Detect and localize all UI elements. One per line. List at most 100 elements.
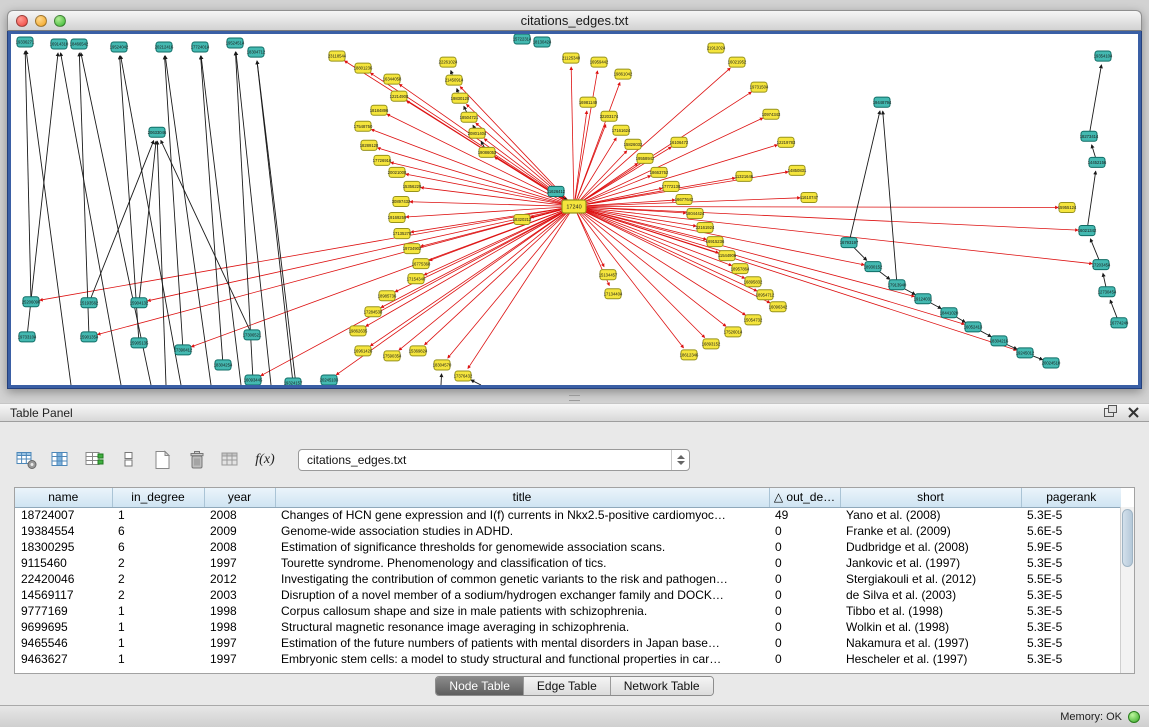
table-row[interactable]: 2242004622012Investigating the contribut… xyxy=(15,571,1121,587)
network-node[interactable]: 15356229 xyxy=(403,181,422,191)
import-table-icon[interactable] xyxy=(218,447,244,473)
network-node[interactable]: 16775368 xyxy=(412,259,431,269)
network-node[interactable]: 16914310 xyxy=(50,39,69,49)
network-node[interactable]: 19169259 xyxy=(388,213,407,223)
network-node[interactable]: 12219783 xyxy=(777,137,796,147)
network-node[interactable]: 17240 xyxy=(562,200,586,213)
network-node[interactable]: 19731504 xyxy=(750,82,769,92)
network-node[interactable]: 21125340 xyxy=(562,53,581,63)
edit-table-icon[interactable] xyxy=(82,447,108,473)
network-node[interactable]: 15955124 xyxy=(1058,202,1077,212)
network-node[interactable]: 17590354 xyxy=(383,351,402,361)
network-node[interactable]: 16793197 xyxy=(840,238,859,248)
table-row[interactable]: 1872400712008Changes of HCN gene express… xyxy=(15,507,1121,523)
network-node[interactable]: 18441020 xyxy=(940,308,959,318)
network-node[interactable]: 19862635 xyxy=(349,326,368,336)
table-row[interactable]: 911546021997Tourette syndrome. Phenomeno… xyxy=(15,555,1121,571)
network-node[interactable]: 18466542 xyxy=(70,39,89,49)
network-node[interactable]: 17134404 xyxy=(604,289,623,299)
column-header-name[interactable]: name xyxy=(15,488,112,507)
table-settings-icon[interactable] xyxy=(14,447,40,473)
network-node[interactable]: 15193562 xyxy=(80,298,99,308)
table-selector-combo[interactable]: citations_edges.txt xyxy=(298,449,690,471)
network-node[interactable]: 18304712 xyxy=(247,47,266,57)
network-node[interactable]: 17913940 xyxy=(888,280,907,290)
float-panel-icon[interactable] xyxy=(1104,408,1114,417)
network-node[interactable]: 18801236 xyxy=(354,63,373,73)
network-node[interactable]: 20024510 xyxy=(1042,358,1061,368)
network-node[interactable]: 17284538 xyxy=(364,307,383,317)
network-node[interactable]: 14452156 xyxy=(1088,157,1107,167)
column-header-title[interactable]: title xyxy=(275,488,769,507)
minimize-window-button[interactable] xyxy=(35,15,47,27)
network-node[interactable]: 17135278 xyxy=(393,229,412,239)
network-node[interactable]: 19124031 xyxy=(914,294,933,304)
network-node[interactable]: 14850831 xyxy=(788,165,807,175)
function-builder-icon[interactable]: f(x) xyxy=(252,447,278,473)
network-node[interactable]: 25206090 xyxy=(22,297,41,307)
table-row[interactable]: 969969511998Structural magnetic resonanc… xyxy=(15,619,1121,635)
column-header-year[interactable]: year xyxy=(204,488,275,507)
show-columns-icon[interactable] xyxy=(48,447,74,473)
table-row[interactable]: 946554611997Estimation of the future num… xyxy=(15,635,1121,651)
network-node[interactable]: 17161624 xyxy=(612,125,631,135)
network-node[interactable]: 17724014 xyxy=(191,42,210,52)
network-node[interactable]: 18273414 xyxy=(1080,131,1099,141)
network-node[interactable]: 18289128 xyxy=(360,140,379,150)
table-row[interactable]: 946362711997Embryonic stem cells: a mode… xyxy=(15,651,1121,667)
network-node[interactable]: 32203174 xyxy=(600,111,619,121)
close-window-button[interactable] xyxy=(16,15,28,27)
new-table-icon[interactable] xyxy=(150,447,176,473)
network-node[interactable]: 18663752 xyxy=(650,167,669,177)
network-node[interactable]: 19734902 xyxy=(403,244,422,254)
column-header-in_degree[interactable]: in_degree xyxy=(112,488,204,507)
network-node[interactable]: 23118544 xyxy=(328,51,347,61)
network-canvas[interactable]: 1724023118544188012361634405812214908181… xyxy=(11,34,1138,385)
network-node[interactable]: 19245012 xyxy=(1016,348,1035,358)
network-node[interactable]: 18304254 xyxy=(214,360,233,370)
column-header-short[interactable]: short xyxy=(840,488,1021,507)
window-titlebar[interactable]: citations_edges.txt xyxy=(7,10,1142,31)
network-node[interactable]: 16915236 xyxy=(706,237,725,247)
network-node[interactable]: 16106472 xyxy=(670,137,689,147)
network-node[interactable]: 15369824 xyxy=(409,346,428,356)
column-header-out_de[interactable]: △ out_de… xyxy=(769,488,840,507)
network-node[interactable]: 19524042 xyxy=(110,42,129,52)
network-node[interactable]: 18612346 xyxy=(680,350,699,360)
network-node[interactable]: 16344058 xyxy=(383,74,402,84)
network-node[interactable]: 15722314 xyxy=(513,34,532,44)
network-node[interactable]: 15134457 xyxy=(599,270,618,280)
network-node[interactable]: 20633046 xyxy=(148,127,167,137)
network-node[interactable]: 17154340 xyxy=(407,274,426,284)
network-node[interactable]: 19861042 xyxy=(614,69,633,79)
table-scrollbar[interactable] xyxy=(1120,507,1134,673)
network-node[interactable]: 20245103 xyxy=(320,375,339,385)
scrollbar-thumb[interactable] xyxy=(1122,509,1133,567)
zoom-window-button[interactable] xyxy=(54,15,66,27)
network-node[interactable]: 19324157 xyxy=(284,378,303,385)
network-node[interactable]: 16981140 xyxy=(579,97,598,107)
network-node[interactable]: 22261024 xyxy=(439,57,458,67)
network-node[interactable]: 18320212 xyxy=(513,215,532,225)
network-node[interactable]: 19086053 xyxy=(478,147,497,157)
network-node[interactable]: 18957864 xyxy=(731,264,750,274)
network-node[interactable]: 16677642 xyxy=(675,194,694,204)
network-node[interactable]: 15901354 xyxy=(80,332,99,342)
network-node[interactable]: 15905135 xyxy=(130,338,149,348)
network-node[interactable]: 17726916 xyxy=(373,155,392,165)
network-node[interactable]: 18130424 xyxy=(533,37,552,47)
table-row[interactable]: 977716911998Corpus callosum shape and si… xyxy=(15,603,1121,619)
table-row[interactable]: 1830029562008Estimation of significance … xyxy=(15,539,1121,555)
network-node[interactable]: 19733104 xyxy=(18,332,37,342)
network-node[interactable]: 18954712 xyxy=(756,290,775,300)
column-header-pagerank[interactable]: pagerank xyxy=(1021,488,1121,507)
network-node[interactable]: 18504721 xyxy=(460,112,479,122)
network-node[interactable]: 19354104 xyxy=(1094,51,1113,61)
table-row[interactable]: 1456911722003Disruption of a novel membe… xyxy=(15,587,1121,603)
network-node[interactable]: 17526014 xyxy=(724,327,743,337)
close-panel-icon[interactable] xyxy=(1128,407,1139,418)
network-node[interactable]: 17376432 xyxy=(454,371,473,381)
network-node[interactable]: 17548750 xyxy=(354,121,373,131)
tab-node-table[interactable]: Node Table xyxy=(436,677,524,695)
network-node[interactable]: 19524514 xyxy=(226,38,245,48)
